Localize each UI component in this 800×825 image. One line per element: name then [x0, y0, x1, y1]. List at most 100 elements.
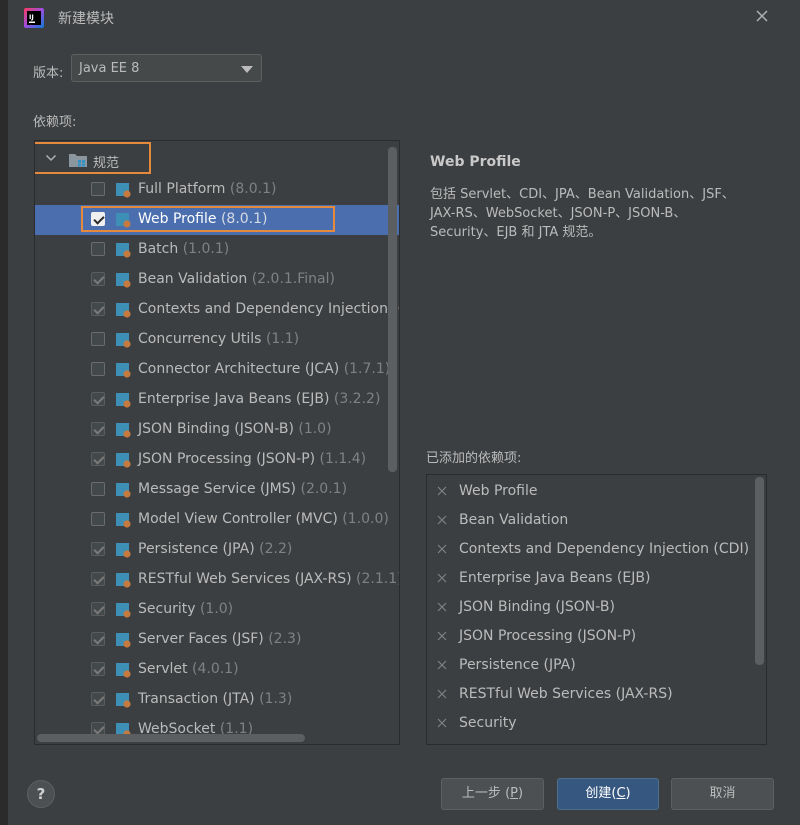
- previous-button[interactable]: 上一步 (P): [441, 778, 544, 810]
- library-icon: [116, 453, 131, 468]
- help-button[interactable]: ?: [27, 780, 55, 808]
- tree-item-name: Message Service (JMS): [138, 481, 297, 497]
- checkbox[interactable]: [91, 512, 105, 526]
- close-icon[interactable]: [752, 6, 772, 26]
- checkmark-icon: [93, 423, 105, 435]
- tree-item[interactable]: RESTful Web Services (JAX-RS) (2.1.1): [35, 565, 399, 595]
- tree-vertical-scrollbar[interactable]: [388, 147, 397, 472]
- added-dependencies-list[interactable]: Web Profile Bean Validation Contexts and D…: [426, 474, 767, 745]
- tree-item[interactable]: Transaction (JTA) (1.3): [35, 685, 399, 715]
- tree-item-version: (1.7.1): [343, 361, 391, 377]
- tree-item[interactable]: Server Faces (JSF) (2.3): [35, 625, 399, 655]
- remove-icon[interactable]: [437, 515, 447, 525]
- checkbox[interactable]: [91, 392, 105, 406]
- remove-icon[interactable]: [437, 631, 447, 641]
- tree-item-name: Servlet: [138, 661, 188, 677]
- checkbox[interactable]: [91, 662, 105, 676]
- added-item-label: RESTful Web Services (JAX-RS): [459, 686, 673, 702]
- tree-item[interactable]: JSON Binding (JSON-B) (1.0): [35, 415, 399, 445]
- checkbox[interactable]: [91, 542, 105, 556]
- checkbox[interactable]: [91, 602, 105, 616]
- checkmark-icon: [93, 633, 105, 645]
- checkmark-icon: [93, 393, 105, 405]
- cancel-button[interactable]: 取消: [671, 778, 774, 810]
- tree-item-version: (1.0.0): [342, 511, 389, 527]
- tree-item[interactable]: Contexts and Dependency Injection (CDI): [35, 295, 399, 325]
- remove-icon[interactable]: [437, 602, 447, 612]
- tree-item[interactable]: JSON Processing (JSON-P) (1.1.4): [35, 445, 399, 475]
- svg-text:IJ: IJ: [29, 13, 34, 21]
- tree-item[interactable]: Security (1.0): [35, 595, 399, 625]
- list-item: Web Profile: [427, 477, 747, 506]
- tree-item[interactable]: Batch (1.0.1): [35, 235, 399, 265]
- intellij-logo-icon: IJ: [24, 8, 44, 28]
- tree-item-name: RESTful Web Services (JAX-RS): [138, 571, 352, 587]
- remove-icon[interactable]: [437, 486, 447, 496]
- library-icon: [116, 183, 131, 198]
- tree-item[interactable]: Web Profile (8.0.1): [35, 205, 399, 235]
- create-button[interactable]: 创建(C): [557, 778, 659, 810]
- remove-icon[interactable]: [437, 689, 447, 699]
- library-icon: [116, 273, 131, 288]
- checkbox[interactable]: [91, 692, 105, 706]
- checkmark-icon: [93, 453, 105, 465]
- remove-icon[interactable]: [437, 573, 447, 583]
- checkmark-icon: [93, 303, 105, 315]
- tree-item-name: Transaction (JTA): [138, 691, 255, 707]
- checkbox[interactable]: [91, 302, 105, 316]
- previous-button-label: 上一步: [461, 786, 501, 801]
- checkbox[interactable]: [91, 422, 105, 436]
- checkbox[interactable]: [91, 452, 105, 466]
- checkbox[interactable]: [91, 482, 105, 496]
- tree-root-specifications[interactable]: 规范: [35, 142, 375, 175]
- tree-item[interactable]: Concurrency Utils (1.1): [35, 325, 399, 355]
- tree-item-version: (1.3): [259, 691, 293, 707]
- library-icon: [116, 243, 131, 258]
- tree-item-version: (1.1.4): [319, 451, 367, 467]
- checkbox[interactable]: [91, 362, 105, 376]
- version-select[interactable]: Java EE 8: [71, 54, 262, 82]
- tree-item-name: JSON Processing (JSON-P): [138, 451, 316, 467]
- library-icon: [116, 543, 131, 558]
- chevron-down-icon[interactable]: [45, 152, 57, 164]
- checkbox[interactable]: [91, 212, 105, 226]
- added-item-label: Contexts and Dependency Injection (CDI): [459, 541, 750, 557]
- dependencies-tree[interactable]: 规范 Full Platform (8.0.1) Web Profile (8.0…: [34, 140, 400, 745]
- background-window-edge: [0, 0, 8, 825]
- checkbox[interactable]: [91, 572, 105, 586]
- list-item: JSON Binding (JSON-B): [427, 593, 747, 622]
- list-item: Contexts and Dependency Injection (CDI): [427, 535, 750, 564]
- checkmark-icon: [93, 213, 105, 225]
- tree-item[interactable]: Connector Architecture (JCA) (1.7.1): [35, 355, 399, 385]
- previous-button-mnemonic: P: [510, 786, 518, 801]
- tree-item-version: (8.0.1): [220, 211, 268, 227]
- description-title: Web Profile: [430, 154, 521, 170]
- added-list-scrollbar[interactable]: [755, 477, 764, 665]
- tree-item[interactable]: Servlet (4.0.1): [35, 655, 399, 685]
- list-item: Security: [427, 709, 747, 738]
- checkbox[interactable]: [91, 242, 105, 256]
- tree-item[interactable]: Model View Controller (MVC) (1.0.0): [35, 505, 399, 535]
- tree-item[interactable]: Bean Validation (2.0.1.Final): [35, 265, 399, 295]
- checkbox[interactable]: [91, 632, 105, 646]
- library-icon: [116, 423, 131, 438]
- checkbox[interactable]: [91, 272, 105, 286]
- tree-item[interactable]: Full Platform (8.0.1): [35, 175, 399, 205]
- tree-item-name: Persistence (JPA): [138, 541, 255, 557]
- tree-item-name: Web Profile: [138, 211, 217, 227]
- remove-icon[interactable]: [437, 544, 447, 554]
- tree-item-version: (2.3): [268, 631, 302, 647]
- tree-item[interactable]: Enterprise Java Beans (EJB) (3.2.2): [35, 385, 399, 415]
- tree-item-name: Batch: [138, 241, 179, 257]
- tree-item[interactable]: Message Service (JMS) (2.0.1): [35, 475, 399, 505]
- added-item-label: Persistence (JPA): [459, 657, 576, 673]
- checkbox[interactable]: [91, 332, 105, 346]
- tree-item-name: Full Platform: [138, 181, 226, 197]
- tree-item-version: (2.2): [259, 541, 293, 557]
- remove-icon[interactable]: [437, 660, 447, 670]
- tree-horizontal-scrollbar[interactable]: [37, 734, 305, 742]
- library-icon: [116, 603, 131, 618]
- remove-icon[interactable]: [437, 718, 447, 728]
- tree-item[interactable]: Persistence (JPA) (2.2): [35, 535, 399, 565]
- checkbox[interactable]: [91, 182, 105, 196]
